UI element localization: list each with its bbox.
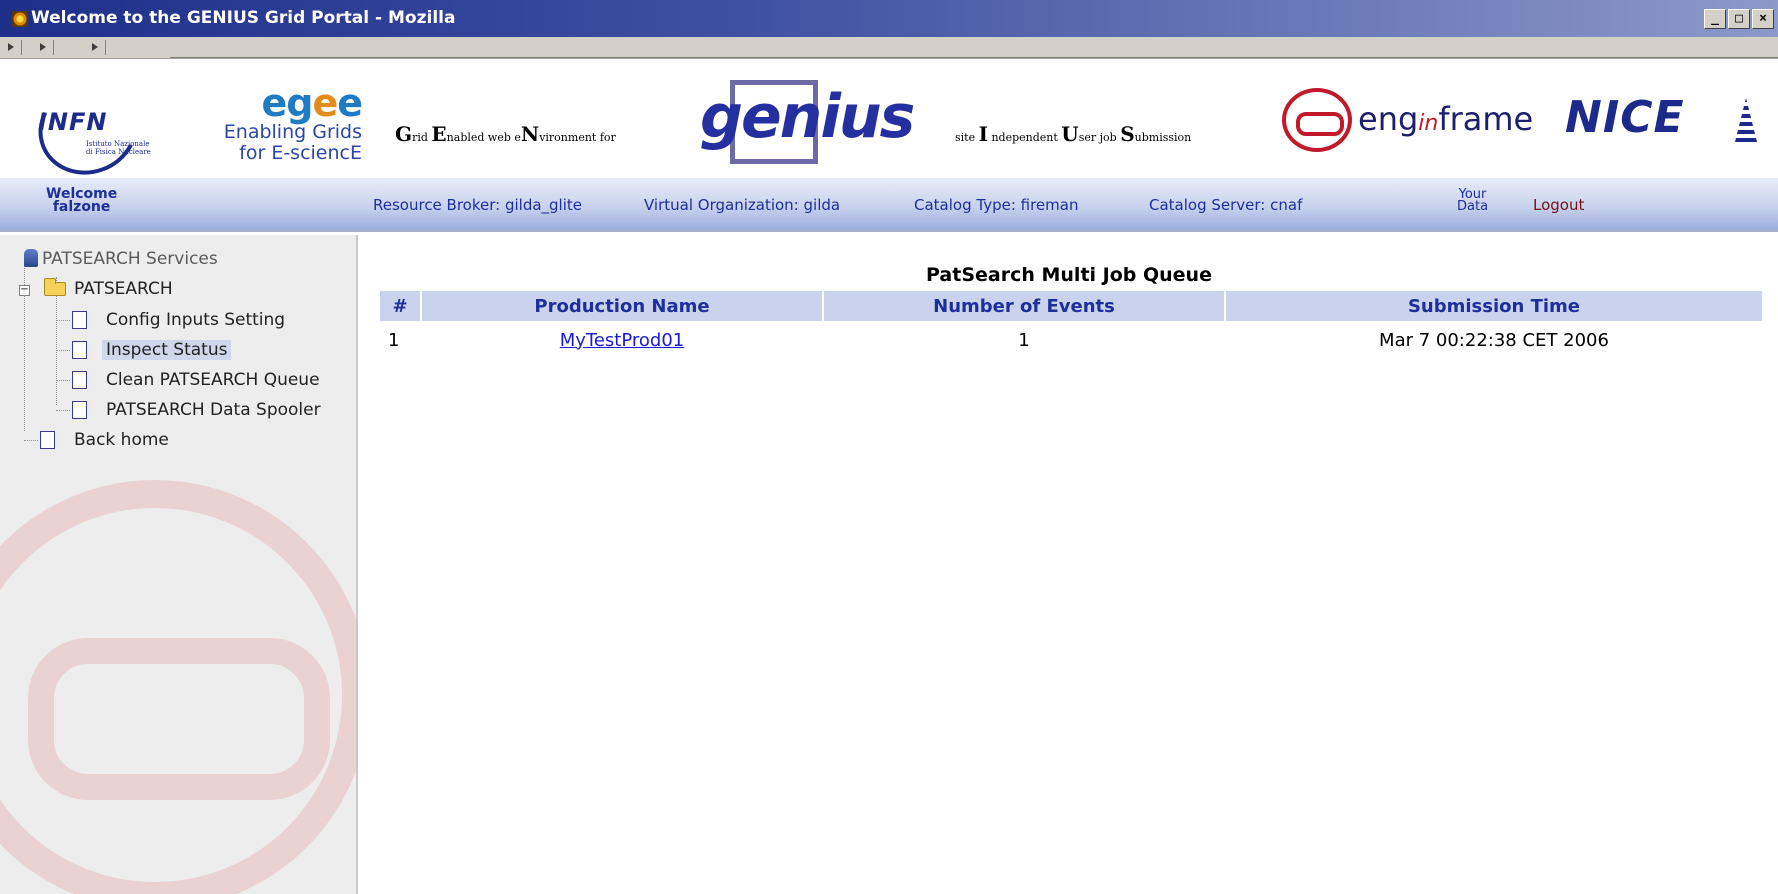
minimize-button[interactable]: _ — [1704, 9, 1726, 29]
table-row: 1 MyTestProd01 1 Mar 7 00:22:38 CET 2006 — [380, 321, 1762, 359]
acronym-letter: E — [431, 122, 447, 146]
tree-item-clean-queue[interactable]: Clean PATSEARCH Queue — [0, 368, 356, 392]
toolbar-strip — [0, 37, 1778, 59]
maximize-button[interactable]: □ — [1728, 9, 1750, 29]
acronym-letter: S — [1120, 122, 1135, 146]
logo-banner: INFN Istituto Nazionale di Fisica Nuclea… — [0, 60, 1778, 189]
acronym-text: site — [955, 131, 979, 144]
events-cell: 1 — [1018, 329, 1030, 351]
job-queue-table: # Production Name Number of Events Submi… — [378, 291, 1764, 359]
column-header-number-of-events: Number of Events — [824, 291, 1224, 321]
tree-item-inspect-status[interactable]: Inspect Status — [0, 338, 356, 362]
egee-line1-text: Enabling Grids — [223, 121, 362, 143]
your-data-line2: Data — [1457, 199, 1489, 214]
genius-acronym: Grid Enabled web eNvironment for — [395, 122, 616, 146]
mozilla-app-icon — [12, 11, 28, 27]
acronym-text: rid — [412, 131, 432, 144]
page-icon — [72, 311, 87, 329]
virtual-organization-info[interactable]: Virtual Organization: gilda — [644, 196, 840, 214]
services-title: PATSEARCH Services — [42, 249, 218, 269]
page-title: PatSearch Multi Job Queue — [926, 264, 1212, 286]
egee-logo-word: egee — [261, 81, 363, 125]
production-link[interactable]: MyTestProd01 — [560, 330, 685, 351]
infn-logo-subtitle: Istituto Nazionale di Fisica Nucleare — [86, 140, 151, 156]
portal-nav-bar: Welcome falzone Resource Broker: gilda_g… — [0, 178, 1778, 232]
tree-item-config-inputs[interactable]: Config Inputs Setting — [0, 308, 356, 332]
column-header-production-name: Production Name — [422, 291, 822, 321]
production-name-cell: MyTestProd01 — [422, 321, 822, 359]
window-title: Welcome to the GENIUS Grid Portal - Mozi… — [31, 8, 456, 28]
acronym-letter: I — [978, 122, 988, 146]
services-title-row: PATSEARCH Services — [0, 247, 350, 271]
folder-open-icon — [44, 278, 66, 296]
tree-item-data-spooler[interactable]: PATSEARCH Data Spooler — [0, 398, 356, 422]
page-icon — [72, 371, 87, 389]
tree-item-label: Back home — [74, 430, 169, 450]
page-icon — [40, 431, 55, 449]
site-acronym: site I ndependent User job Submission — [955, 122, 1191, 146]
infn-subtitle-line2: di Fisica Nucleare — [86, 148, 151, 156]
nice-logo-word: NICE — [1565, 92, 1685, 143]
window-controls: _ □ × — [1704, 9, 1774, 29]
nice-pyramid-icon — [1735, 98, 1757, 142]
enginframe-logo-word: enginframe — [1358, 100, 1533, 138]
infn-logo: INFN Istituto Nazionale di Fisica Nuclea… — [25, 69, 194, 189]
column-header-submission-time: Submission Time — [1226, 291, 1762, 321]
nice-logo: NICE — [1565, 92, 1765, 152]
collapse-icon[interactable]: − — [19, 285, 30, 296]
column-header-index: # — [380, 291, 420, 321]
row-index: 1 — [388, 329, 400, 351]
genius-logo-word: genius — [700, 82, 915, 152]
egee-logo: egee Enabling Grids for E-sciencE — [202, 81, 363, 170]
tree-item-label: PATSEARCH Data Spooler — [106, 400, 321, 420]
enginframe-word-post: frame — [1438, 100, 1534, 138]
acronym-text: ndependent — [987, 131, 1062, 144]
main-content: PatSearch Multi Job Queue # Production N… — [360, 235, 1778, 894]
toolbar-divider — [170, 57, 1778, 58]
acronym-letter: G — [395, 122, 413, 146]
your-data-link[interactable]: Your Data — [1457, 188, 1489, 214]
sidebar: PATSEARCH Services − PATSEARCH Config In… — [0, 235, 358, 894]
tree-item-label: Config Inputs Setting — [106, 310, 286, 330]
enginframe-watermark-icon — [0, 480, 356, 894]
enginframe-ring-icon — [1282, 88, 1352, 152]
toolbar-grip-arrow-icon[interactable] — [6, 40, 22, 55]
acronym-text: vironment for — [539, 131, 616, 144]
catalog-type-info[interactable]: Catalog Type: fireman — [914, 196, 1078, 214]
acronym-letter: N — [520, 122, 540, 146]
resource-broker-info[interactable]: Resource Broker: gilda_glite — [373, 196, 582, 214]
page-icon — [72, 401, 87, 419]
egee-line1: Enabling Grids — [202, 122, 362, 143]
acronym-text: ubmission — [1134, 131, 1192, 144]
egee-line2-text: for E-sciencE — [239, 142, 362, 164]
close-button[interactable]: × — [1752, 9, 1774, 29]
toolbar-grip-arrow-icon[interactable] — [90, 40, 106, 55]
tree-item-label-selected: Inspect Status — [102, 340, 232, 360]
tree-item-back-home[interactable]: Back home — [0, 428, 350, 452]
enginframe-word-pre: eng — [1358, 100, 1419, 138]
submission-time-cell: Mar 7 00:22:38 CET 2006 — [1379, 329, 1609, 351]
username: falzone — [52, 199, 111, 215]
logout-link[interactable]: Logout — [1533, 196, 1584, 214]
enginframe-word-in: in — [1418, 111, 1439, 136]
table-header-row: # Production Name Number of Events Submi… — [380, 291, 1762, 321]
tree-folder-patsearch[interactable]: − PATSEARCH — [0, 277, 350, 301]
infn-logo-text: INFN — [38, 108, 108, 136]
catalog-server-info[interactable]: Catalog Server: cnaf — [1149, 196, 1302, 214]
acronym-text: ser job — [1078, 131, 1121, 144]
services-server-icon — [24, 249, 38, 267]
welcome-user: Welcome falzone — [46, 187, 117, 215]
acronym-text: nabled web e — [446, 131, 521, 144]
egee-line2: for E-sciencE — [202, 143, 362, 164]
enginframe-logo: enginframe — [1282, 88, 1533, 152]
toolbar-grip-arrow-icon[interactable] — [38, 40, 54, 55]
page-icon — [72, 341, 87, 359]
infn-subtitle-line1: Istituto Nazionale — [86, 140, 150, 148]
genius-logo: genius — [700, 80, 915, 164]
window-title-bar: Welcome to the GENIUS Grid Portal - Mozi… — [0, 0, 1778, 37]
tree-folder-label: PATSEARCH — [74, 279, 173, 299]
tree-item-label: Clean PATSEARCH Queue — [106, 370, 320, 390]
acronym-letter: U — [1061, 122, 1079, 146]
